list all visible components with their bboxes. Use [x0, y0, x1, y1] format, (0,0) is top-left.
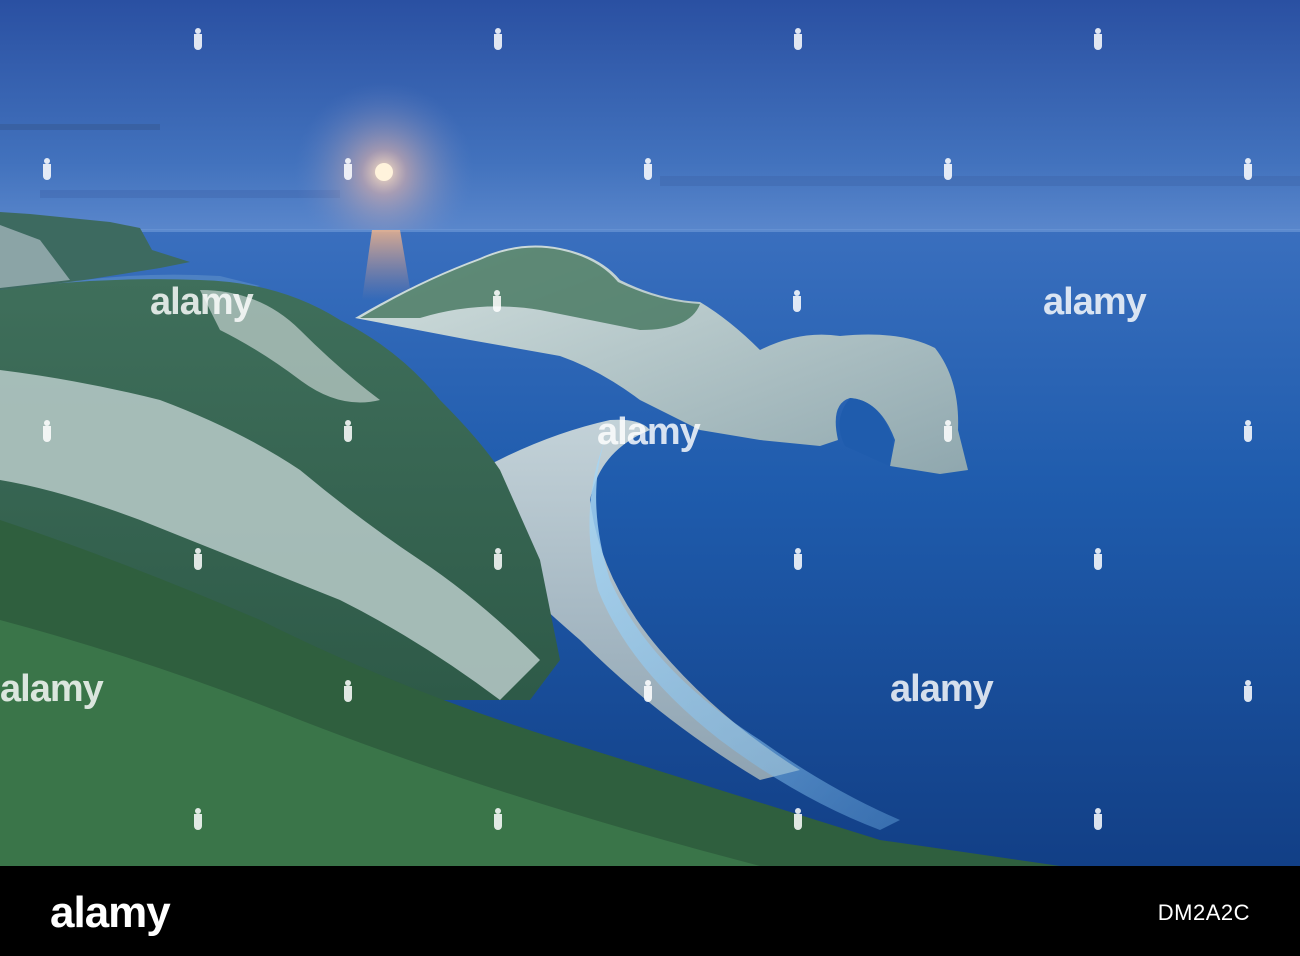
footer-logo: alamy: [50, 888, 171, 937]
footer-bar: alamy DM2A2C: [0, 866, 1300, 956]
moon: [375, 163, 393, 181]
cloud-band: [40, 190, 340, 198]
durdle-door-scene: [0, 0, 1300, 866]
horizon: [0, 229, 1300, 232]
cloud-band: [0, 124, 160, 130]
landscape-photo: [0, 0, 1300, 866]
cloud-band: [660, 176, 1300, 186]
image-id-label: DM2A2C: [1157, 900, 1250, 925]
